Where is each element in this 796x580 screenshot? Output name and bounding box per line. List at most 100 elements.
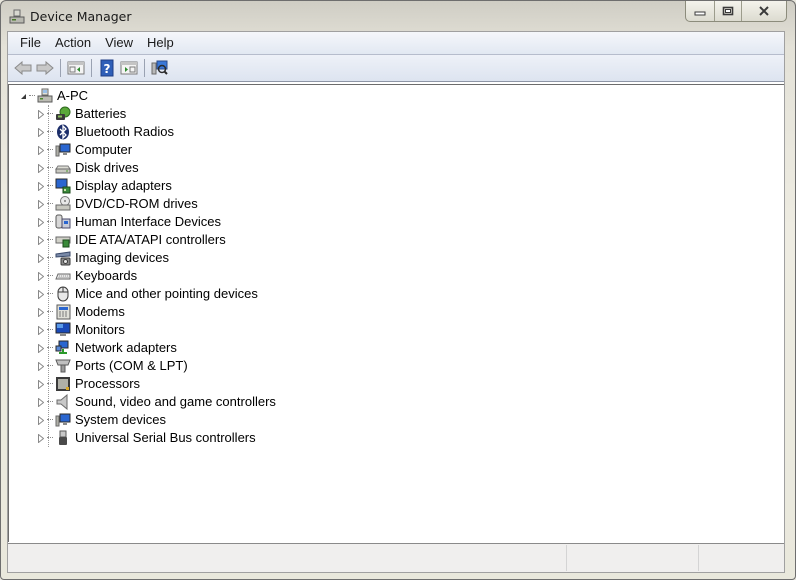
tree-item-processors[interactable]: Processors	[9, 375, 276, 393]
tree-connector	[47, 383, 53, 385]
tree-item-label: DVD/CD-ROM drives	[75, 196, 198, 211]
title-bar[interactable]: Device Manager	[1, 1, 795, 33]
tree-item-label: Human Interface Devices	[75, 214, 221, 229]
tree-item-computer[interactable]: Computer	[9, 141, 276, 159]
console-tree-icon	[67, 61, 85, 75]
close-icon	[759, 6, 769, 16]
tree-connector	[47, 437, 53, 439]
maximize-button[interactable]	[715, 1, 742, 21]
expand-triangle-icon[interactable]	[37, 199, 45, 209]
minimize-button[interactable]	[686, 1, 715, 21]
bluetooth-icon	[55, 124, 71, 140]
scan-for-hardware-changes-button[interactable]	[149, 57, 171, 79]
tree-item-ports-com-lpt[interactable]: Ports (COM & LPT)	[9, 357, 276, 375]
tree-item-network-adapters[interactable]: Network adapters	[9, 339, 276, 357]
expand-triangle-icon[interactable]	[37, 415, 45, 425]
tree-item-disk-drives[interactable]: Disk drives	[9, 159, 276, 177]
tree-item-label: Processors	[75, 376, 141, 391]
status-pane-2	[567, 545, 699, 571]
disk-drive-icon	[55, 160, 71, 176]
device-manager-window: Device Manager File Action View Help ? A…	[0, 0, 796, 580]
tree-item-sound-video-and-game-controllers[interactable]: Sound, video and game controllers	[9, 393, 276, 411]
minimize-icon	[694, 11, 706, 16]
mouse-icon	[55, 286, 71, 302]
expand-triangle-icon[interactable]	[37, 217, 45, 227]
tree-connector	[47, 131, 53, 133]
tree-item-label: IDE ATA/ATAPI controllers	[75, 232, 226, 247]
expand-triangle-icon[interactable]	[37, 235, 45, 245]
expand-triangle-icon[interactable]	[37, 163, 45, 173]
expand-triangle-icon[interactable]	[37, 307, 45, 317]
system-devices-icon	[55, 412, 71, 428]
menu-help[interactable]: Help	[140, 32, 181, 54]
tree-item-human-interface-devices[interactable]: Human Interface Devices	[9, 213, 276, 231]
expand-triangle-icon[interactable]	[37, 379, 45, 389]
show-hide-action-pane-button[interactable]	[118, 57, 140, 79]
device-tree[interactable]: A-PC Batteries Bluetooth Radios Computer Di…	[8, 84, 784, 542]
tree-item-keyboards[interactable]: Keyboards	[9, 267, 276, 285]
collapse-triangle-icon[interactable]	[19, 91, 27, 101]
expand-triangle-icon[interactable]	[37, 109, 45, 119]
expand-triangle-icon[interactable]	[37, 181, 45, 191]
expand-triangle-icon[interactable]	[37, 127, 45, 137]
tree-item-label: Network adapters	[75, 340, 177, 355]
tree-item-dvd-cd-rom-drives[interactable]: DVD/CD-ROM drives	[9, 195, 276, 213]
menu-action[interactable]: Action	[48, 32, 98, 54]
forward-button[interactable]	[34, 57, 56, 79]
tree-root[interactable]: A-PC	[19, 87, 88, 105]
expand-triangle-icon[interactable]	[37, 433, 45, 443]
tree-item-label: Mice and other pointing devices	[75, 286, 258, 301]
svg-text:?: ?	[104, 62, 111, 76]
back-button[interactable]	[12, 57, 34, 79]
expand-triangle-icon[interactable]	[37, 325, 45, 335]
toolbar: ?	[8, 55, 784, 82]
expand-triangle-icon[interactable]	[37, 343, 45, 353]
tree-item-display-adapters[interactable]: Display adapters	[9, 177, 276, 195]
show-hide-console-tree-button[interactable]	[65, 57, 87, 79]
expand-triangle-icon[interactable]	[37, 145, 45, 155]
display-adapter-icon	[55, 178, 71, 194]
tree-item-label: Monitors	[75, 322, 125, 337]
tree-connector	[47, 419, 53, 421]
tree-item-batteries[interactable]: Batteries	[9, 105, 276, 123]
client-area: File Action View Help ? A-PC Batteries B…	[7, 31, 785, 573]
arrow-right-icon	[36, 61, 54, 75]
expand-triangle-icon[interactable]	[37, 253, 45, 263]
tree-item-label: Display adapters	[75, 178, 172, 193]
menu-bar: File Action View Help	[8, 32, 784, 55]
scan-hardware-icon	[151, 60, 168, 75]
window-controls	[685, 1, 787, 22]
menu-file[interactable]: File	[13, 32, 48, 54]
tree-item-ide-ata-atapi-controllers[interactable]: IDE ATA/ATAPI controllers	[9, 231, 276, 249]
tree-item-label: Batteries	[75, 106, 127, 121]
status-pane-main	[8, 545, 567, 571]
processor-icon	[55, 376, 71, 392]
tree-item-mice-and-other-pointing-devices[interactable]: Mice and other pointing devices	[9, 285, 276, 303]
close-button[interactable]	[742, 1, 786, 21]
computer-icon	[55, 142, 71, 158]
tree-item-monitors[interactable]: Monitors	[9, 321, 276, 339]
tree-item-bluetooth-radios[interactable]: Bluetooth Radios	[9, 123, 276, 141]
port-icon	[55, 358, 71, 374]
help-button[interactable]: ?	[96, 57, 118, 79]
tree-item-universal-serial-bus-controllers[interactable]: Universal Serial Bus controllers	[9, 429, 276, 447]
tree-connector	[47, 329, 53, 331]
tree-connector	[47, 275, 53, 277]
tree-item-imaging-devices[interactable]: Imaging devices	[9, 249, 276, 267]
tree-item-label: Sound, video and game controllers	[75, 394, 276, 409]
menu-view[interactable]: View	[98, 32, 140, 54]
tree-connector	[47, 401, 53, 403]
expand-triangle-icon[interactable]	[37, 397, 45, 407]
arrow-left-icon	[14, 61, 32, 75]
tree-connector	[47, 347, 53, 349]
expand-triangle-icon[interactable]	[37, 361, 45, 371]
expand-triangle-icon[interactable]	[37, 271, 45, 281]
tree-item-modems[interactable]: Modems	[9, 303, 276, 321]
tree-connector	[29, 95, 35, 97]
battery-icon	[55, 106, 71, 122]
toolbar-separator	[60, 59, 61, 77]
tree-item-system-devices[interactable]: System devices	[9, 411, 276, 429]
expand-triangle-icon[interactable]	[37, 289, 45, 299]
help-icon: ?	[100, 59, 114, 77]
keyboard-icon	[55, 268, 71, 284]
